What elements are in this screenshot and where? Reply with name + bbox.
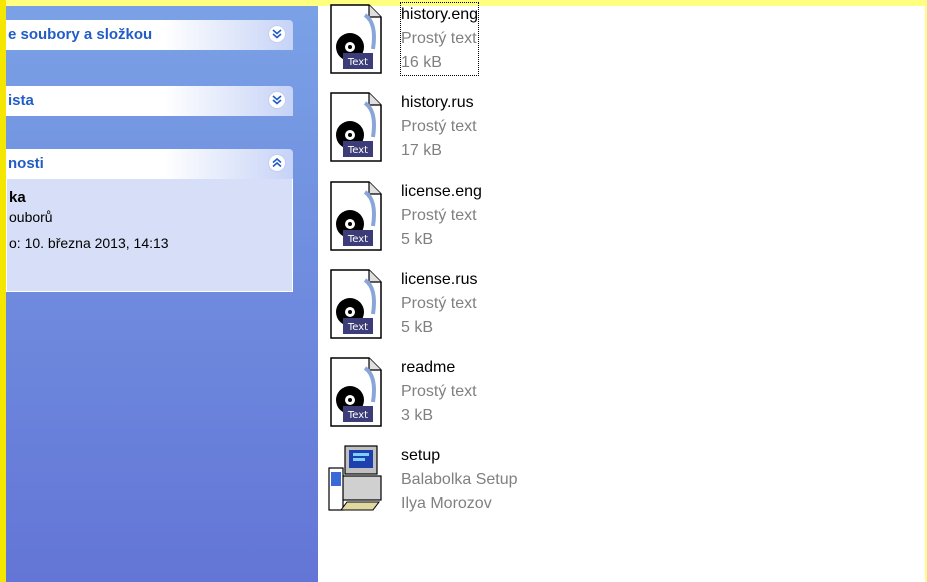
details-header[interactable]: nosti: [6, 149, 293, 179]
icon-badge-text: Text: [347, 57, 368, 68]
chevron-down-icon[interactable]: [268, 91, 286, 109]
file-item[interactable]: Text readme Prostý text 3 kB: [325, 356, 585, 436]
file-item[interactable]: Text history.eng Prostý text 16 kB: [325, 2, 585, 83]
file-type: Prostý text: [401, 207, 477, 224]
icon-badge-text: Text: [347, 234, 368, 245]
file-name: history.eng: [401, 6, 479, 23]
icon-badge-text: Text: [347, 410, 368, 421]
file-name: license.rus: [401, 271, 478, 288]
file-item[interactable]: setup Balabolka Setup Ilya Morozov: [325, 444, 585, 524]
text-file-icon: Text: [325, 180, 389, 252]
task-pane: e soubory a složkou ista nosti ka ouborů…: [6, 6, 318, 582]
file-name: setup: [401, 447, 441, 464]
file-type: Prostý text: [401, 118, 477, 135]
file-info: 16 kB: [401, 54, 442, 71]
other-places-header[interactable]: ista: [6, 86, 293, 116]
icon-badge-text: Text: [347, 322, 368, 333]
file-info: 17 kB: [401, 142, 442, 159]
text-file-icon: Text: [325, 91, 389, 163]
file-name: history.rus: [401, 94, 474, 111]
file-info: 5 kB: [401, 231, 434, 248]
details-title: ka: [9, 189, 26, 206]
file-type: Prostý text: [401, 383, 477, 400]
file-name: readme: [401, 359, 456, 376]
text-file-icon: Text: [325, 356, 389, 428]
text-file-icon: Text: [325, 3, 389, 75]
details-label: nosti: [8, 155, 44, 172]
file-item[interactable]: Text license.eng Prostý text 5 kB: [325, 180, 585, 260]
file-info: 5 kB: [401, 319, 434, 336]
file-type: Prostý text: [401, 295, 477, 312]
file-info: 3 kB: [401, 407, 434, 424]
file-folder-tasks-label: e soubory a složkou: [8, 26, 153, 43]
details-subtitle: ouborů: [9, 209, 53, 225]
details-modified: o: 10. března 2013, 14:13: [9, 235, 169, 251]
yellow-frame-left: [0, 0, 6, 582]
file-type: Prostý text: [401, 30, 477, 47]
file-folder-tasks-header[interactable]: e soubory a složkou: [6, 20, 293, 50]
icon-badge-text: Text: [347, 145, 368, 156]
file-info: Ilya Morozov: [401, 495, 492, 512]
details-panel: ka ouborů o: 10. března 2013, 14:13: [6, 179, 293, 292]
file-name: license.eng: [401, 183, 482, 200]
installer-icon: [325, 444, 389, 516]
text-file-icon: Text: [325, 268, 389, 340]
file-item[interactable]: Text history.rus Prostý text 17 kB: [325, 91, 585, 171]
file-item[interactable]: Text license.rus Prostý text 5 kB: [325, 268, 585, 348]
other-places-label: ista: [8, 92, 34, 109]
chevron-up-icon[interactable]: [268, 154, 286, 172]
file-type: Balabolka Setup: [401, 471, 518, 488]
chevron-down-icon[interactable]: [268, 25, 286, 43]
